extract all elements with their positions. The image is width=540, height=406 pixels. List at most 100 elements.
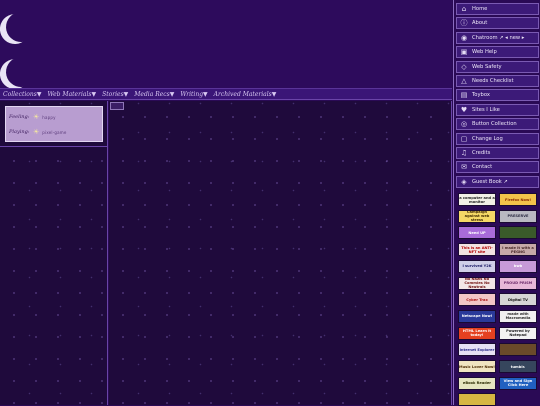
link-button-9[interactable]: I survived Y2K — [458, 259, 496, 273]
link-button-5[interactable]: Need UP — [458, 226, 496, 240]
sidebar-item-label: Toybox — [472, 92, 490, 99]
button-icon: ◎ — [460, 120, 468, 129]
status-row-feeling: Feeling: ☀ happy — [9, 112, 56, 122]
sidebar-item-2[interactable]: ⓘ About — [456, 17, 539, 30]
toybox-icon: ▤ — [460, 91, 468, 100]
button-text: Need UP — [468, 230, 486, 235]
sidebar-item-label: Web Help — [472, 49, 497, 56]
moon-icon — [2, 8, 40, 46]
link-button-20[interactable] — [499, 343, 537, 357]
nav-bar: Collections▼ Web Materials▼ Stories▼ Med… — [0, 88, 452, 100]
sun-cloud-icon: ☀ — [33, 128, 40, 136]
link-button-1[interactable]: a computer and a monitor — [458, 193, 496, 206]
link-button-21[interactable]: Music Lover Now! — [458, 360, 496, 373]
sidebar-item-13[interactable]: ◈ Guest Book ↗ — [456, 175, 539, 188]
status-value: pixel-game — [42, 129, 67, 135]
link-button-22[interactable]: tumblr. — [499, 360, 537, 373]
status-label: Feeling: — [9, 114, 30, 120]
button-text: made with Macromedia — [505, 312, 531, 321]
book-icon: ◈ — [461, 177, 467, 186]
button-text: a computer and a monitor — [459, 195, 495, 204]
link-button-25[interactable] — [458, 393, 496, 406]
link-button-11[interactable]: No Nazis No Commies No Neutrals — [458, 276, 496, 290]
link-button-14[interactable]: Digital TV — [499, 293, 537, 307]
chat-icon: ◉ — [460, 33, 468, 42]
info-icon: ⓘ — [460, 19, 468, 28]
button-text: This is an ANTI-NFT site — [461, 245, 493, 254]
sidebar-item-label: Button Collection — [472, 121, 517, 128]
sidebar-item-11[interactable]: ♫ Credits — [456, 147, 539, 159]
heart-icon: ♥ — [460, 105, 468, 114]
link-button-10[interactable]: bwb — [499, 259, 537, 273]
link-button-15[interactable]: Netscape Now! — [458, 309, 496, 323]
sidebar-item-label: Web Safety — [472, 63, 502, 70]
status-box: Feeling: ☀ happy Playing: ☀ pixel-game — [5, 106, 103, 142]
link-button-4[interactable]: PRESERVE — [499, 209, 537, 223]
link-button-3[interactable]: Campaign against web stress — [458, 209, 496, 223]
sidebar-item-12[interactable]: ✉ Contact — [456, 161, 539, 174]
moon-icon — [2, 53, 40, 91]
sidebar-item-label: About — [472, 20, 488, 27]
link-button-16[interactable]: made with Macromedia — [499, 309, 537, 323]
button-text: I made it with a PEGNG — [502, 245, 534, 254]
sidebar-item-label: Credits — [472, 150, 491, 156]
sidebar-item-label: Chatroom ↗ ◂ new ▸ — [472, 34, 525, 41]
link-button-18[interactable]: Powered by Notepad — [499, 326, 537, 340]
button-text: Music Lover Now! — [459, 364, 495, 369]
sidebar-item-10[interactable]: ▢ Change Log — [456, 132, 539, 145]
shield-icon: ◇ — [461, 62, 467, 71]
button-text: I survived Y2K — [462, 264, 492, 269]
nav-item-web-materials[interactable]: Web Materials▼ — [47, 91, 96, 98]
nav-item-collections[interactable]: Collections▼ — [3, 91, 41, 98]
sidebar: ⌂ Home ⓘ About ◉ Chatroom ↗ ◂ new ▸ ▣ Web Help ◇… — [453, 0, 540, 406]
link-button-23[interactable]: eBook Reader — [458, 376, 496, 390]
link-button-13[interactable]: Cyber Trax — [458, 293, 496, 307]
credits-icon: ♫ — [460, 149, 468, 157]
button-text: PRESERVE — [507, 214, 529, 219]
sidebar-item-label: Change Log — [472, 135, 503, 142]
link-button-8[interactable]: I made it with a PEGNG — [499, 243, 537, 257]
mail-icon: ✉ — [461, 163, 467, 172]
button-text: No Nazis No Commies No Neutrals — [464, 277, 490, 289]
status-value: happy — [42, 114, 56, 120]
nav-item-archived-materials[interactable]: Archived Materials▼ — [214, 91, 277, 98]
main-content-frame[interactable] — [109, 101, 452, 405]
sidebar-item-9[interactable]: ◎ Button Collection — [456, 118, 539, 131]
sidebar-item-label: Needs Checklist — [472, 78, 514, 84]
sidebar-item-label: Sites I Like — [472, 106, 500, 113]
divider — [0, 146, 108, 147]
link-button-12[interactable]: PROUD PRISM — [499, 276, 537, 290]
sidebar-item-label: Contact — [472, 164, 493, 171]
sidebar-item-4[interactable]: ▣ Web Help — [456, 46, 539, 59]
sidebar-item-1[interactable]: ⌂ Home — [456, 3, 539, 15]
left-column: Feeling: ☀ happy Playing: ☀ pixel-game — [0, 101, 108, 405]
link-button-19[interactable]: Internet Explorer — [458, 343, 496, 357]
sun-cloud-icon: ☀ — [33, 113, 40, 121]
sidebar-item-3[interactable]: ◉ Chatroom ↗ ◂ new ▸ — [456, 31, 539, 44]
nav-item-media-recs[interactable]: Media Recs▼ — [134, 91, 174, 98]
button-text: Powered by Notepad — [506, 329, 530, 338]
sidebar-item-5[interactable]: ◇ Web Safety — [456, 60, 539, 73]
sidebar-item-6[interactable]: △ Needs Checklist — [456, 75, 539, 87]
sidebar-item-7[interactable]: ▤ Toybox — [456, 89, 539, 102]
nav-item-writing[interactable]: Writing▼ — [180, 91, 207, 98]
link-button-24[interactable]: View and Sign Click Here — [499, 376, 537, 390]
sidebar-item-label: Guest Book ↗ — [472, 178, 508, 185]
house-icon: ⌂ — [461, 5, 467, 13]
button-text: bwb — [513, 264, 523, 269]
link-button-2[interactable]: Firefox Now! — [499, 193, 537, 206]
nav-item-stories[interactable]: Stories▼ — [102, 91, 128, 98]
status-row-playing: Playing: ☀ pixel-game — [9, 127, 67, 137]
link-button-7[interactable]: This is an ANTI-NFT site — [458, 243, 496, 257]
help-icon: ▣ — [460, 48, 468, 57]
button-text: Digital TV — [508, 297, 528, 302]
button-text: Netscape Now! — [461, 314, 493, 319]
button-text: Firefox Now! — [505, 197, 531, 202]
warning-icon: △ — [461, 77, 467, 85]
clipboard-icon: ▢ — [460, 134, 468, 143]
button-text: View and Sign Click Here — [503, 379, 533, 388]
link-button-6[interactable] — [499, 226, 537, 240]
sidebar-item-8[interactable]: ♥ Sites I Like — [456, 103, 539, 116]
button-text: Internet Explorer — [459, 347, 495, 352]
link-button-17[interactable]: HTML Learn it today! — [458, 326, 496, 340]
